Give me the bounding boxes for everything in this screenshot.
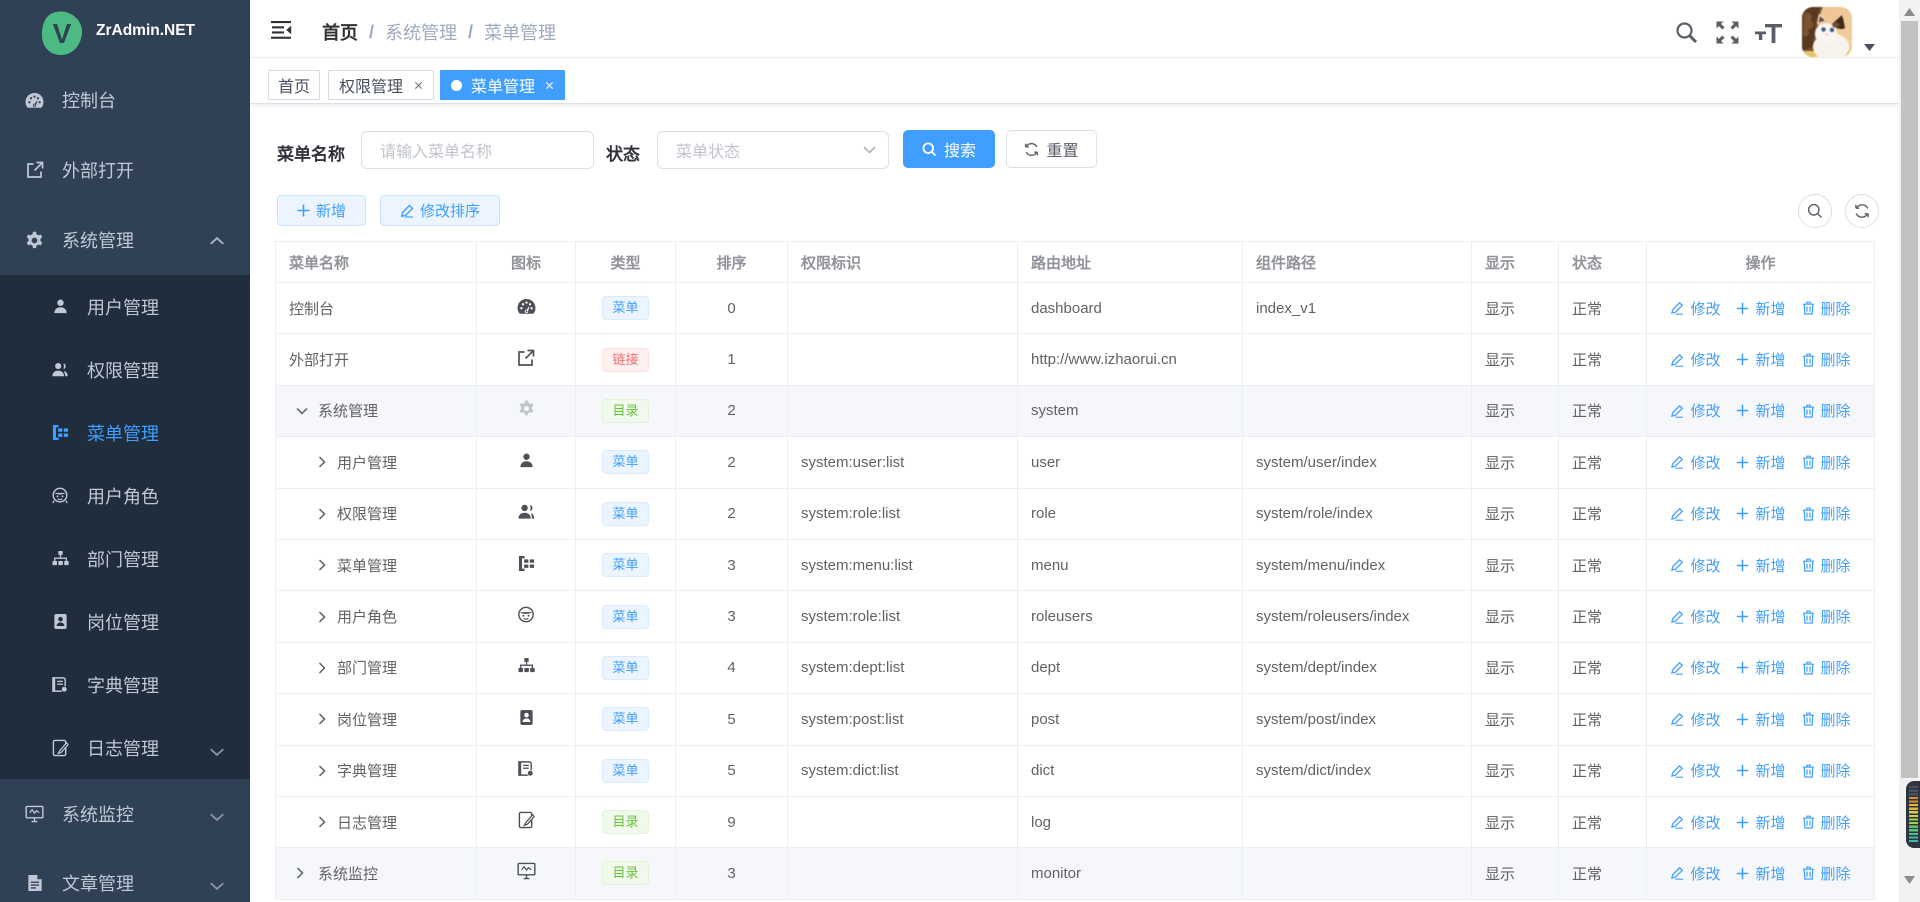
svg-text:V: V (53, 18, 72, 49)
